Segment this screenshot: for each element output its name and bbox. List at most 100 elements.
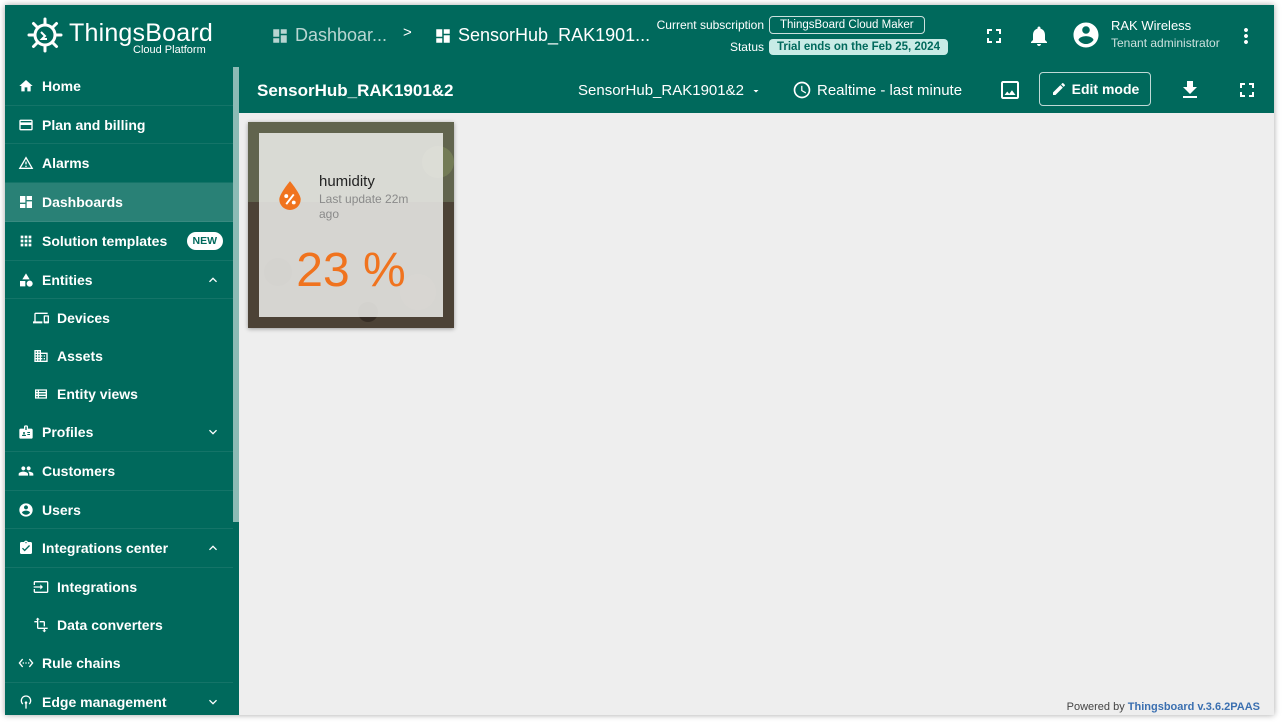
pencil-icon bbox=[1052, 82, 1065, 95]
sidebar-item-edge-management[interactable]: Edge management bbox=[5, 683, 233, 715]
thingsboard-logo-icon bbox=[27, 17, 63, 53]
export-image-icon[interactable] bbox=[998, 78, 1022, 102]
apps-grid-icon bbox=[20, 235, 32, 247]
category-icon bbox=[20, 272, 33, 287]
breadcrumb-label: Dashboar... bbox=[295, 25, 388, 45]
sidebar-item-label: Integrations center bbox=[42, 540, 169, 556]
home-icon bbox=[19, 80, 33, 92]
credit-card-icon bbox=[19, 119, 33, 130]
sidebar-item-label: Integrations bbox=[57, 579, 138, 595]
breadcrumb-current: SensorHub_RAK1901... bbox=[434, 25, 650, 46]
new-badge: NEW bbox=[186, 232, 223, 250]
sidebar-item-label: Devices bbox=[57, 310, 110, 326]
sidebar-item-label: Home bbox=[42, 78, 81, 94]
clock-icon bbox=[793, 81, 811, 99]
sidebar-item-label: Plan and billing bbox=[42, 116, 146, 133]
chevron-down-icon[interactable] bbox=[205, 694, 221, 710]
timewindow-button[interactable]: Realtime - last minute bbox=[792, 80, 962, 100]
warning-icon bbox=[18, 156, 34, 169]
timewindow-label: Realtime - last minute bbox=[817, 81, 963, 99]
router-icon bbox=[20, 695, 32, 709]
breadcrumb-label: SensorHub_RAK1901... bbox=[458, 25, 651, 45]
sidebar-item-users[interactable]: Users bbox=[5, 491, 233, 529]
state-select-value: SensorHub_RAK1901&2 bbox=[578, 82, 744, 99]
sidebar-item-label: Rule chains bbox=[42, 655, 121, 671]
dashboard-canvas: humidity Last update 22m ago 23 % Powere… bbox=[239, 113, 1274, 715]
sidebar-item-label: Alarms bbox=[42, 155, 90, 171]
dashboard-icon bbox=[273, 28, 287, 43]
powered-by-footer: Powered by Thingsboard v.3.6.2PAAS bbox=[1067, 701, 1260, 713]
sidebar-item-customers[interactable]: Customers bbox=[5, 452, 233, 491]
sidebar-item-solution-templates[interactable]: Solution templates NEW bbox=[5, 222, 233, 261]
transform-icon bbox=[34, 617, 48, 633]
app-window: ThingsBoard Cloud Platform Dashboar... >… bbox=[5, 5, 1274, 715]
integration-icon bbox=[20, 540, 32, 554]
sidebar-item-dashboards[interactable]: Dashboards bbox=[5, 183, 233, 222]
caret-down-icon bbox=[753, 89, 759, 92]
sidebar-item-data-converters[interactable]: Data converters bbox=[5, 606, 233, 644]
powered-by-label: Powered by bbox=[1066, 701, 1125, 713]
chevron-up-icon[interactable] bbox=[205, 540, 221, 556]
view-list-icon bbox=[35, 389, 47, 399]
widget-card: humidity Last update 22m ago 23 % bbox=[259, 133, 443, 317]
sidebar-item-label: Entities bbox=[42, 271, 93, 288]
fullscreen-icon[interactable] bbox=[1235, 78, 1259, 102]
sidebar-item-home[interactable]: Home bbox=[5, 67, 233, 106]
people-icon bbox=[18, 466, 34, 476]
widget-last-update: Last update 22m ago bbox=[319, 192, 409, 221]
dashboard-toolbar: SensorHub_RAK1901&2 SensorHub_RAK1901&2 … bbox=[239, 67, 1274, 113]
sidebar-item-plan-and-billing[interactable]: Plan and billing bbox=[5, 106, 233, 144]
sidebar-item-integrations[interactable]: Integrations bbox=[5, 568, 233, 606]
chevron-down-icon[interactable] bbox=[205, 424, 221, 440]
dashboard-icon bbox=[20, 196, 32, 208]
notifications-bell-icon[interactable] bbox=[1027, 24, 1051, 48]
sidebar-item-entity-views[interactable]: Entity views bbox=[5, 375, 233, 413]
trial-status-badge[interactable]: Trial ends on the Feb 25, 2024 bbox=[769, 39, 948, 55]
download-icon[interactable] bbox=[1178, 78, 1202, 102]
building-icon bbox=[34, 350, 48, 362]
widget-value: 23 % bbox=[296, 244, 406, 297]
sidebar-item-entities[interactable]: Entities bbox=[5, 261, 233, 299]
sidebar-item-label: Edge management bbox=[42, 694, 167, 710]
sidebar-item-label: Entity views bbox=[57, 386, 138, 402]
devices-icon bbox=[33, 312, 49, 324]
edit-mode-label: Edit mode bbox=[1071, 81, 1140, 97]
breadcrumb-separator: > bbox=[403, 24, 412, 41]
sidebar-item-label: Customers bbox=[42, 463, 116, 479]
sidebar-item-label: Profiles bbox=[42, 424, 94, 440]
more-vert-icon[interactable] bbox=[1234, 24, 1258, 48]
account-circle-icon bbox=[19, 502, 33, 517]
sidebar-item-rule-chains[interactable]: Rule chains bbox=[5, 644, 233, 683]
status-label: Status bbox=[729, 40, 764, 54]
logo[interactable]: ThingsBoard Cloud Platform bbox=[27, 13, 227, 61]
sidebar-item-assets[interactable]: Assets bbox=[5, 337, 233, 375]
sidebar-item-profiles[interactable]: Profiles bbox=[5, 413, 233, 452]
subscription-chip[interactable]: ThingsBoard Cloud Maker bbox=[769, 16, 925, 34]
chevron-up-icon[interactable] bbox=[205, 272, 221, 288]
sidebar-item-devices[interactable]: Devices bbox=[5, 299, 233, 337]
subscription-label: Current subscription bbox=[656, 18, 764, 32]
dashboard-icon bbox=[436, 28, 450, 43]
logo-subtitle: Cloud Platform bbox=[133, 44, 206, 56]
input-icon bbox=[33, 581, 49, 593]
dashboard-title: SensorHub_RAK1901&2 bbox=[257, 81, 454, 100]
fullscreen-icon[interactable] bbox=[982, 24, 1006, 48]
sidebar-item-label: Users bbox=[42, 501, 81, 518]
edit-mode-button[interactable]: Edit mode bbox=[1039, 72, 1151, 106]
sidebar-item-alarms[interactable]: Alarms bbox=[5, 144, 233, 183]
sidebar-item-label: Dashboards bbox=[42, 194, 123, 210]
sidebar-item-label: Data converters bbox=[57, 617, 163, 633]
breadcrumb-dashboards[interactable]: Dashboar... bbox=[271, 25, 387, 46]
humidity-widget[interactable]: humidity Last update 22m ago 23 % bbox=[248, 122, 454, 328]
account-circle-icon[interactable] bbox=[1071, 20, 1101, 50]
user-name[interactable]: RAK Wireless bbox=[1111, 18, 1191, 33]
badge-icon bbox=[19, 425, 33, 439]
dashboard-state-select[interactable]: SensorHub_RAK1901&2 bbox=[578, 82, 762, 99]
humidity-drop-icon bbox=[279, 181, 301, 210]
sidebar-item-label: Assets bbox=[57, 348, 103, 364]
settings-ethernet-icon bbox=[18, 658, 34, 668]
powered-by-link[interactable]: Thingsboard v.3.6.2PAAS bbox=[1128, 701, 1260, 713]
sidebar-item-integrations-center[interactable]: Integrations center bbox=[5, 529, 233, 568]
widget-title: humidity bbox=[319, 173, 375, 190]
sidebar-item-label: Solution templates bbox=[42, 233, 168, 249]
